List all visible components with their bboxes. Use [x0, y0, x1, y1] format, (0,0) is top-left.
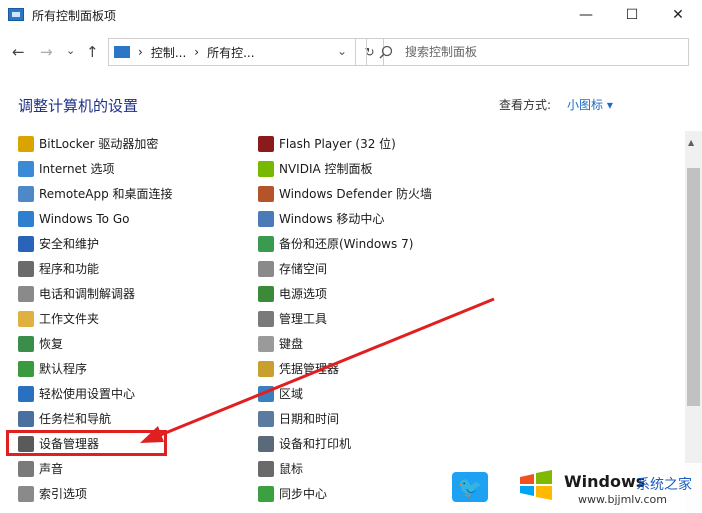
twitter-bird-icon: 🐦 — [452, 472, 488, 502]
watermark-url: www.bjjmlv.com — [578, 493, 667, 506]
watermark-brand: Windows — [564, 472, 646, 491]
watermark-brand-cn: 系统之家 — [636, 477, 692, 493]
annotation-arrow — [140, 297, 495, 443]
windows-logo-icon — [520, 470, 552, 500]
